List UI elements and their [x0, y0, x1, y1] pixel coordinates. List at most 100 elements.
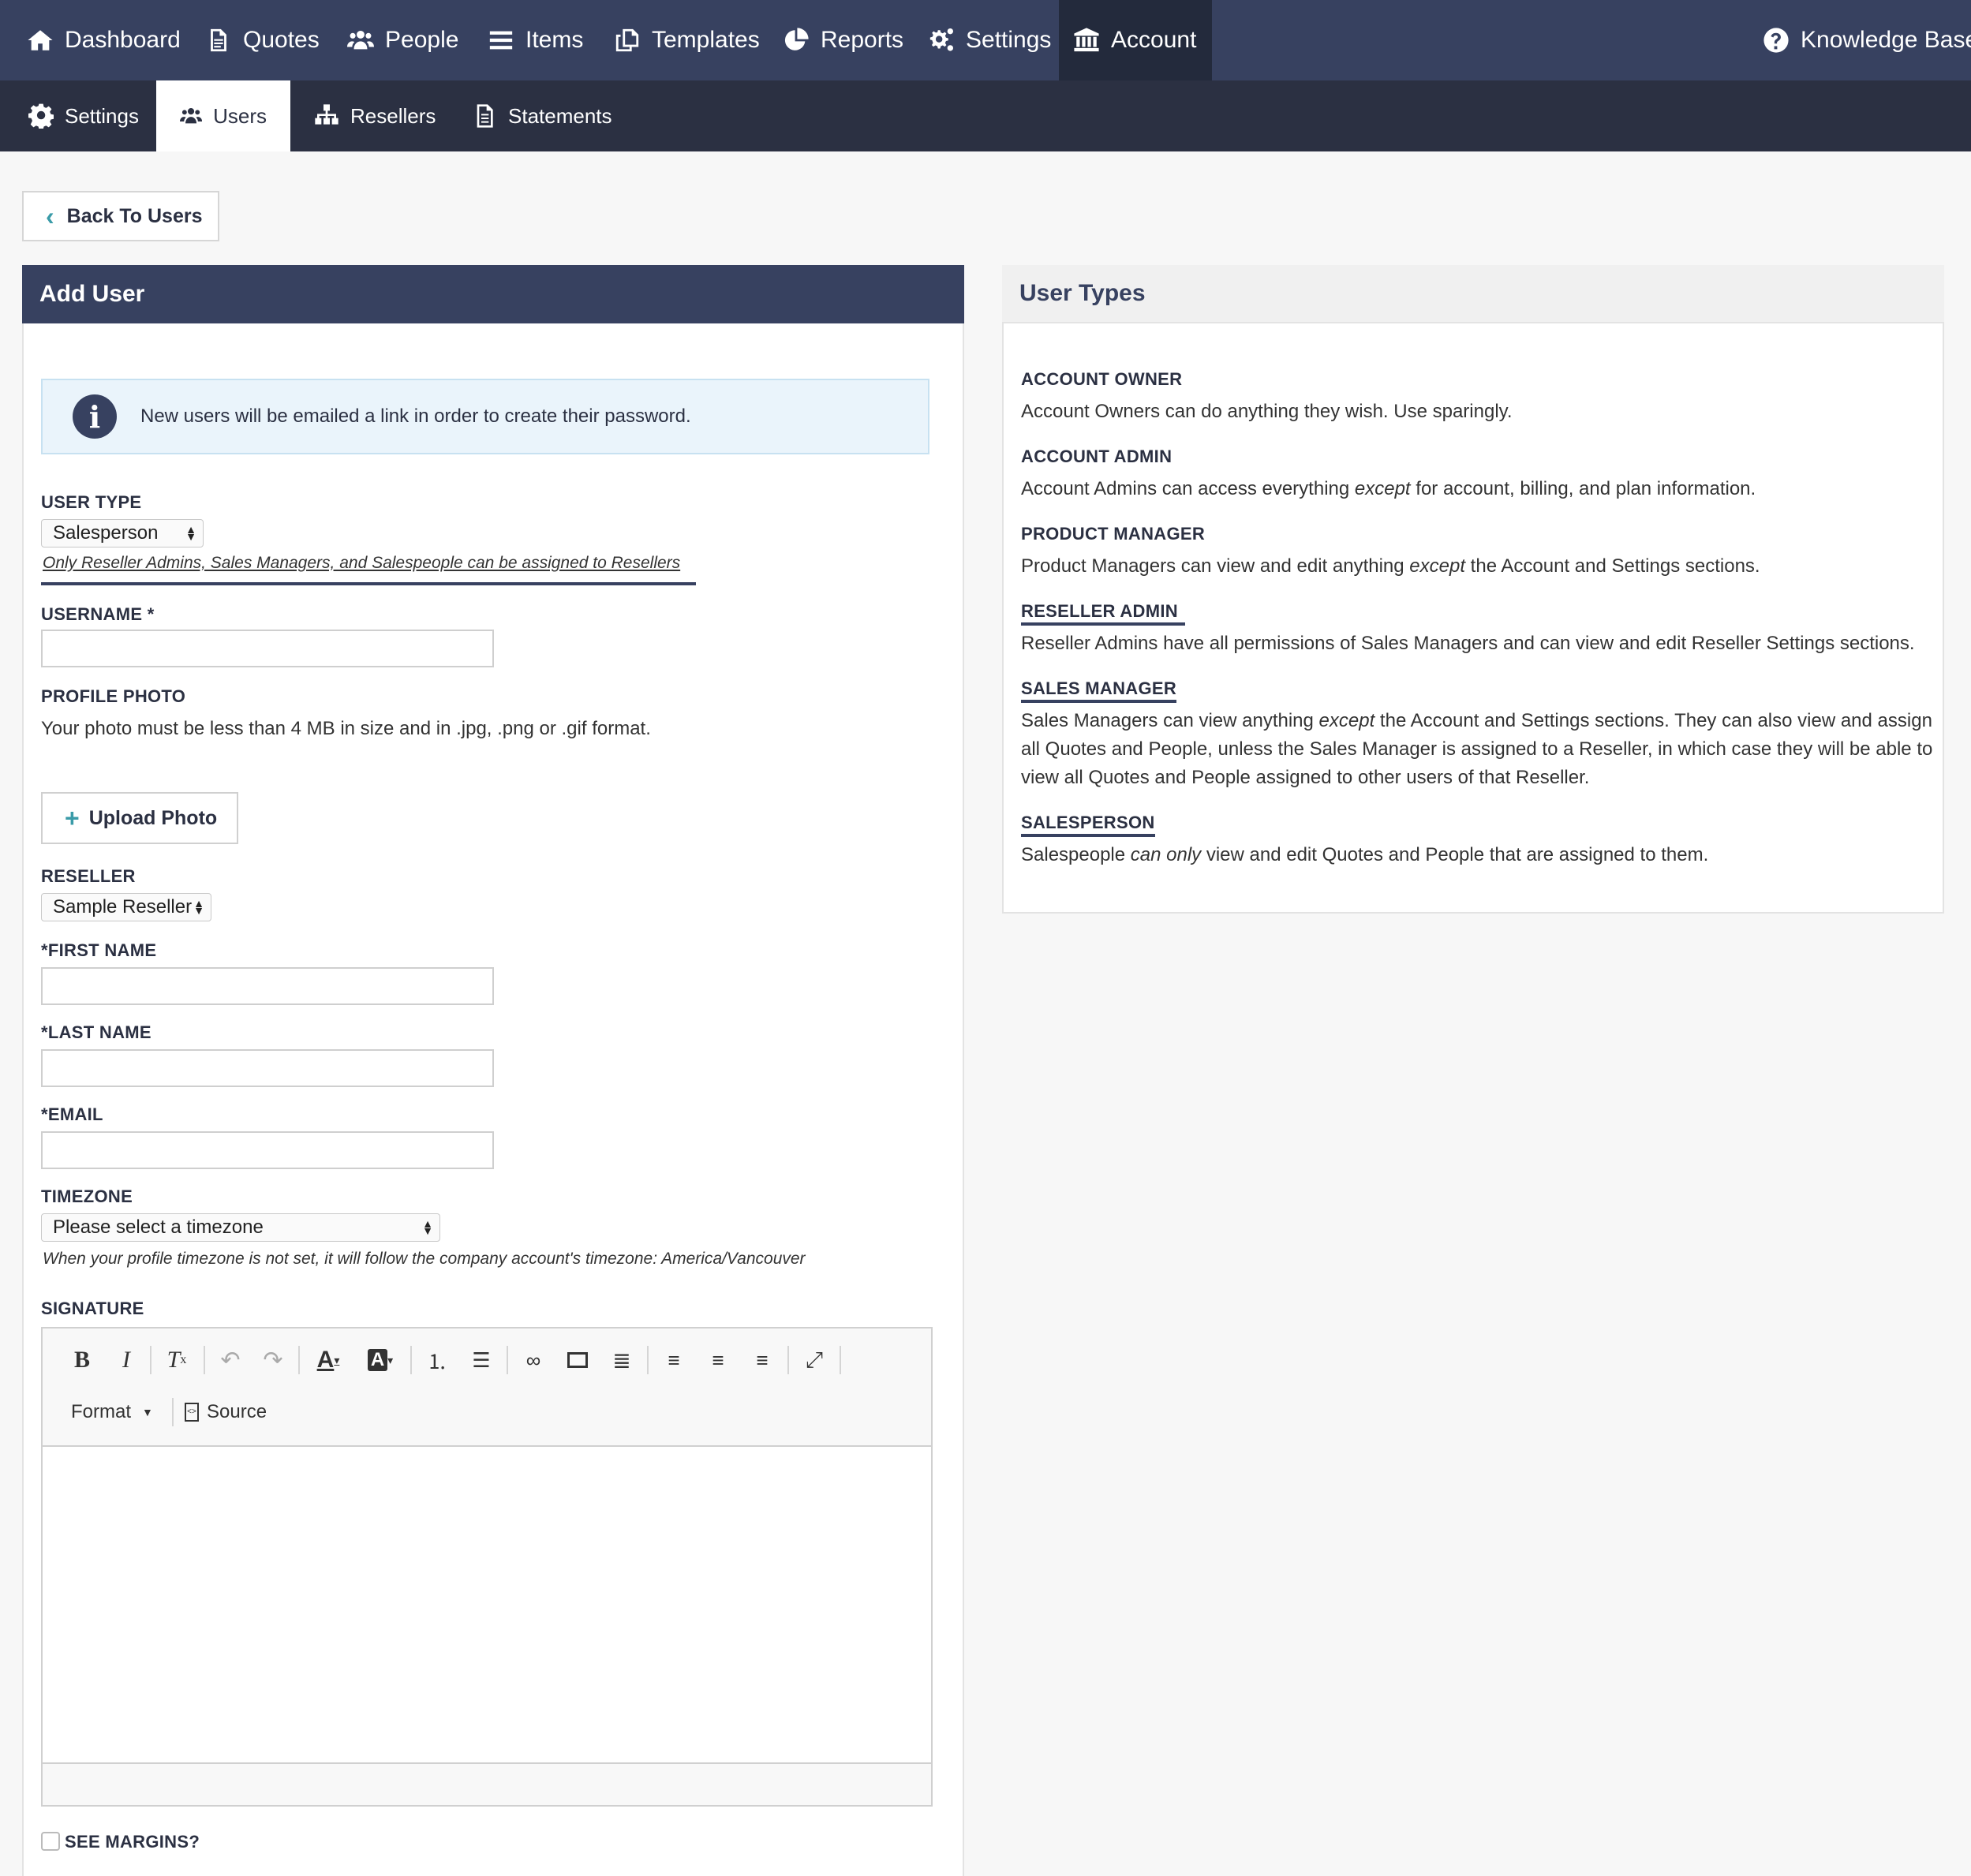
toolbar-separator	[150, 1346, 151, 1374]
add-user-title: Add User	[22, 265, 964, 323]
select-arrows-icon: ▲ ▼	[422, 1217, 433, 1237]
reseller-admin-title: RESELLER ADMIN	[1021, 601, 1185, 626]
list-icon	[489, 31, 513, 50]
top-navigation: Dashboard Quotes People Items Templates …	[0, 0, 1971, 80]
users-icon	[347, 30, 374, 50]
add-user-panel: Add User i New users will be emailed a l…	[22, 265, 964, 1876]
chevron-left-icon: ‹	[46, 202, 54, 230]
subnav-settings[interactable]: Settings	[5, 80, 163, 151]
editor-toolbar: B I Tx ↶ ↷ A ▾ A ▾ ⒈ ☰ ∞ ≣ ≡ ≡ ≡ ⤢ Forma…	[43, 1329, 931, 1447]
first-name-label: *FIRST NAME	[41, 940, 157, 960]
user-type-label: USER TYPE	[41, 492, 142, 512]
pie-chart-icon	[784, 28, 809, 50]
copy-icon	[615, 28, 639, 52]
email-input[interactable]	[41, 1131, 494, 1169]
sitemap-icon	[315, 104, 338, 125]
align-center-icon[interactable]: ≡	[701, 1344, 735, 1376]
toolbar-separator	[647, 1346, 649, 1374]
reseller-select[interactable]: Sample Reseller ▲ ▼	[41, 893, 211, 921]
username-input[interactable]	[41, 630, 494, 667]
signature-label: SIGNATURE	[41, 1299, 144, 1318]
reseller-label: RESELLER	[41, 866, 136, 886]
subnav-statements[interactable]: Statements	[448, 80, 636, 151]
nav-people[interactable]: People	[333, 0, 473, 80]
account-admin-title: ACCOUNT ADMIN	[1021, 447, 1173, 466]
user-types-title: User Types	[1002, 265, 1944, 323]
select-arrows-icon: ▲ ▼	[185, 523, 196, 543]
first-name-input[interactable]	[41, 967, 494, 1005]
numbered-list-icon[interactable]: ⒈	[420, 1344, 454, 1376]
nav-account[interactable]: Account	[1059, 0, 1212, 80]
link-icon[interactable]: ∞	[516, 1344, 551, 1376]
nav-settings[interactable]: Settings	[914, 0, 1065, 80]
info-icon: i	[73, 394, 117, 439]
file-text-icon	[477, 104, 493, 128]
horizontal-rule-icon[interactable]: ≣	[604, 1344, 639, 1376]
format-dropdown[interactable]: Format ▼	[71, 1396, 153, 1428]
plus-icon: +	[65, 803, 80, 832]
account-admin-desc: Account Admins can access everything exc…	[1021, 478, 1756, 499]
bank-icon	[1074, 28, 1099, 52]
image-icon[interactable]	[560, 1344, 595, 1376]
subnav-users[interactable]: Users	[156, 80, 290, 151]
knowledge-base-link[interactable]: Knowledge Base	[1748, 0, 1971, 80]
user-type-select[interactable]: Salesperson ▲ ▼	[41, 519, 204, 547]
last-name-input[interactable]	[41, 1049, 494, 1087]
source-button[interactable]: <> Source	[185, 1396, 267, 1428]
italic-icon[interactable]: I	[110, 1344, 142, 1376]
timezone-label: TIMEZONE	[41, 1187, 133, 1206]
account-owner-title: ACCOUNT OWNER	[1021, 369, 1183, 389]
bulleted-list-icon[interactable]: ☰	[464, 1344, 499, 1376]
editor-content-area[interactable]	[43, 1447, 931, 1764]
toolbar-separator	[840, 1346, 841, 1374]
nav-reports[interactable]: Reports	[769, 0, 918, 80]
undo-icon[interactable]: ↶	[213, 1344, 248, 1376]
toolbar-separator	[507, 1346, 508, 1374]
nav-quotes[interactable]: Quotes	[191, 0, 334, 80]
document-icon	[211, 28, 226, 52]
nav-dashboard[interactable]: Dashboard	[13, 0, 195, 80]
toolbar-separator	[172, 1398, 174, 1426]
salesperson-title: SALESPERSON	[1021, 813, 1155, 837]
back-to-users-button[interactable]: ‹ Back To Users	[22, 191, 219, 241]
see-margins-label: SEE MARGINS?	[65, 1832, 200, 1852]
upload-photo-button[interactable]: + Upload Photo	[41, 792, 238, 844]
sub-navigation: Settings Users Resellers Statements	[0, 80, 1971, 151]
toolbar-separator	[410, 1346, 412, 1374]
background-color-icon[interactable]: A ▾	[358, 1344, 402, 1376]
profile-photo-label: PROFILE PHOTO	[41, 686, 186, 706]
redo-icon[interactable]: ↷	[256, 1344, 290, 1376]
user-type-hint: Only Reseller Admins, Sales Managers, an…	[43, 554, 681, 572]
sales-manager-title: SALES MANAGER	[1021, 678, 1177, 703]
toolbar-separator	[787, 1346, 789, 1374]
maximize-icon[interactable]: ⤢	[797, 1344, 832, 1376]
last-name-label: *LAST NAME	[41, 1022, 151, 1042]
nav-templates[interactable]: Templates	[600, 0, 774, 80]
remove-format-icon[interactable]: Tx	[158, 1344, 196, 1376]
gears-icon	[929, 28, 954, 51]
user-types-panel: User Types ACCOUNT OWNER Account Owners …	[1002, 265, 1944, 914]
profile-photo-hint: Your photo must be less than 4 MB in siz…	[41, 718, 651, 739]
salesperson-desc: Salespeople can only view and edit Quote…	[1021, 844, 1709, 865]
caret-down-icon: ▼	[142, 1406, 153, 1418]
product-manager-desc: Product Managers can view and edit anyth…	[1021, 555, 1760, 577]
text-color-icon[interactable]: A ▾	[308, 1344, 349, 1376]
question-circle-icon	[1763, 28, 1789, 53]
subnav-resellers[interactable]: Resellers	[290, 80, 459, 151]
align-left-icon[interactable]: ≡	[656, 1344, 691, 1376]
info-alert: i New users will be emailed a link in or…	[41, 379, 929, 454]
timezone-hint: When your profile timezone is not set, i…	[43, 1250, 806, 1268]
hint-underline	[41, 582, 696, 585]
gear-icon	[28, 103, 54, 129]
nav-items[interactable]: Items	[473, 0, 597, 80]
signature-editor: B I Tx ↶ ↷ A ▾ A ▾ ⒈ ☰ ∞ ≣ ≡ ≡ ≡ ⤢ Forma…	[41, 1327, 933, 1807]
account-owner-desc: Account Owners can do anything they wish…	[1021, 401, 1513, 422]
toolbar-separator	[298, 1346, 300, 1374]
home-icon	[28, 30, 53, 50]
bold-icon[interactable]: B	[66, 1344, 98, 1376]
users-icon	[180, 108, 203, 124]
align-right-icon[interactable]: ≡	[745, 1344, 780, 1376]
see-margins-checkbox[interactable]	[41, 1832, 60, 1851]
timezone-select[interactable]: Please select a timezone ▲ ▼	[41, 1213, 440, 1242]
product-manager-title: PRODUCT MANAGER	[1021, 524, 1206, 544]
